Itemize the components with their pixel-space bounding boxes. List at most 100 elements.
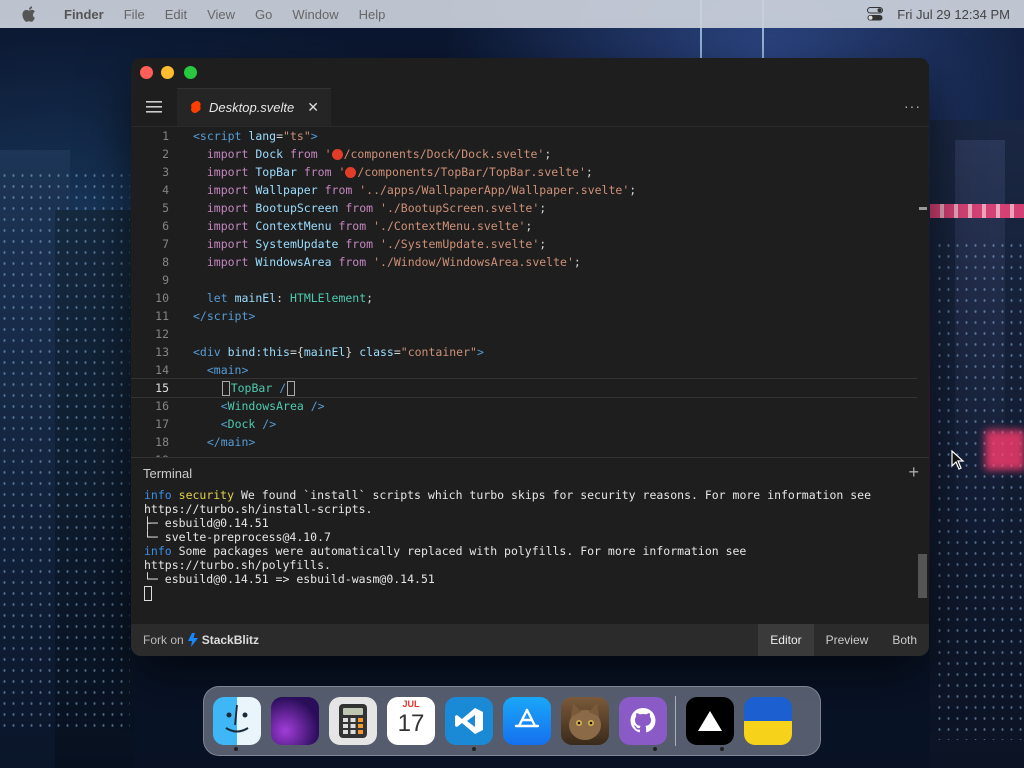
line-number: 6 <box>162 219 169 233</box>
code-line: <script lang="ts"> <box>193 129 318 143</box>
calculator-icon[interactable] <box>329 697 377 745</box>
editor-tab-bar: Desktop.svelte ✕ ··· <box>131 88 929 127</box>
minimize-window-button[interactable] <box>161 66 174 79</box>
running-indicator <box>720 747 724 751</box>
fork-on-stackblitz-link[interactable]: Fork on StackBlitz <box>143 633 259 647</box>
terminal-panel[interactable]: Terminal + info security We found `insta… <box>131 457 929 618</box>
line-number: 1 <box>162 129 169 143</box>
terminal-prompt[interactable] <box>144 586 929 601</box>
code-line: </main> <box>206 435 256 449</box>
terminal-output[interactable]: info security We found `install` scripts… <box>131 488 929 601</box>
code-line: let mainEl: HTMLElement; <box>206 291 374 305</box>
code-line: import Dock from '/components/Dock/Dock.… <box>206 147 552 161</box>
terminal-line: https://turbo.sh/install-scripts. <box>144 502 373 516</box>
window-titlebar[interactable] <box>131 58 929 88</box>
code-line: import SystemUpdate from './SystemUpdate… <box>206 237 547 251</box>
running-indicator <box>653 747 657 751</box>
finder-icon[interactable] <box>213 697 261 745</box>
code-line: import BootupScreen from './BootupScreen… <box>206 201 547 215</box>
app-store-icon[interactable] <box>503 697 551 745</box>
tab-both[interactable]: Both <box>880 624 929 656</box>
cat-photo-icon[interactable] <box>561 697 609 745</box>
line-number-gutter: 1 2 3 4 5 6 7 8 9 10 11 12 13 14 15 16 1… <box>131 127 169 469</box>
line-number: 16 <box>155 399 169 413</box>
finder-face-icon <box>225 704 249 733</box>
terminal-scrollbar[interactable] <box>918 554 927 598</box>
launchpad-icon[interactable] <box>271 697 319 745</box>
menu-app-name[interactable]: Finder <box>64 7 104 22</box>
code-editor[interactable]: 1 2 3 4 5 6 7 8 9 10 11 12 13 14 15 16 1… <box>131 127 929 467</box>
stackblitz-brand: StackBlitz <box>201 633 260 647</box>
editor-scrollbar[interactable] <box>917 127 929 457</box>
line-number: 13 <box>155 345 169 359</box>
running-indicator <box>472 747 476 751</box>
github-icon[interactable] <box>619 697 667 745</box>
code-lines: <script lang="ts"> import Dock from '/co… <box>131 127 929 469</box>
terminal-cursor <box>144 586 152 601</box>
menu-view[interactable]: View <box>207 7 235 22</box>
calendar-day: 17 <box>397 710 425 737</box>
menu-toggle-button[interactable] <box>131 88 177 126</box>
vercel-triangle-icon <box>698 711 722 731</box>
hamburger-icon <box>146 101 162 113</box>
window-footer: Fork on StackBlitz Editor Preview Both <box>131 624 929 656</box>
terminal-line: └─ esbuild@0.14.51 => esbuild-wasm@0.14.… <box>144 572 435 586</box>
line-number: 18 <box>155 435 169 449</box>
apple-icon[interactable] <box>22 6 36 22</box>
line-number: 9 <box>162 273 169 287</box>
maximize-window-button[interactable] <box>184 66 197 79</box>
calendar-icon[interactable]: JUL 17 <box>387 697 435 745</box>
vercel-icon[interactable] <box>686 697 734 745</box>
line-number: 8 <box>162 255 169 269</box>
menu-go[interactable]: Go <box>255 7 272 22</box>
code-line: <WindowsArea /> <box>220 399 325 413</box>
more-actions-icon[interactable]: ··· <box>904 98 921 114</box>
close-window-button[interactable] <box>140 66 153 79</box>
vscode-icon[interactable] <box>445 697 493 745</box>
svelte-file-icon <box>191 101 201 113</box>
app-store-logo-icon <box>514 708 540 728</box>
line-number: 3 <box>162 165 169 179</box>
line-number: 5 <box>162 201 169 215</box>
tab-editor[interactable]: Editor <box>758 624 814 656</box>
ukraine-flag-icon[interactable] <box>744 697 792 745</box>
stackblitz-bolt-icon <box>187 633 198 647</box>
apple-emoji-icon <box>331 149 343 160</box>
line-number: 12 <box>155 327 169 341</box>
line-number: 10 <box>155 291 169 305</box>
code-line: import WindowsArea from './Window/Window… <box>206 255 581 269</box>
editor-scroll-thumb[interactable] <box>919 207 927 210</box>
code-line: </script> <box>193 309 256 323</box>
line-number: 14 <box>155 363 169 377</box>
tab-preview[interactable]: Preview <box>814 624 881 656</box>
terminal-line: info security We found `install` scripts… <box>144 488 929 502</box>
code-line: import TopBar from '/components/TopBar/T… <box>206 165 593 179</box>
octocat-icon <box>630 708 656 733</box>
calculator-keys-icon <box>339 704 367 738</box>
line-number: 4 <box>162 183 169 197</box>
menu-window[interactable]: Window <box>292 7 338 22</box>
menu-bar: Finder File Edit View Go Window Help Fri… <box>0 0 1024 28</box>
menu-help[interactable]: Help <box>359 7 386 22</box>
menu-clock[interactable]: Fri Jul 29 12:34 PM <box>897 7 1010 22</box>
control-center-icon[interactable] <box>867 7 884 21</box>
close-tab-icon[interactable]: ✕ <box>307 99 319 116</box>
terminal-line: ├─ esbuild@0.14.51 <box>144 516 269 530</box>
code-line: import Wallpaper from '../apps/Wallpaper… <box>206 183 637 197</box>
terminal-text: Some packages were automatically replace… <box>171 544 747 558</box>
mouse-pointer-icon <box>951 450 965 470</box>
menu-edit[interactable]: Edit <box>165 7 187 22</box>
code-line: <Dock /> <box>220 417 277 431</box>
code-line: import ContextMenu from './ContextMenu.s… <box>206 219 533 233</box>
calendar-month: JUL <box>387 697 435 709</box>
view-mode-tabs: Editor Preview Both <box>758 624 929 656</box>
menu-file[interactable]: File <box>124 7 145 22</box>
terminal-line: info Some packages were automatically re… <box>144 544 929 558</box>
terminal-text: We found `install` scripts which turbo s… <box>234 488 872 502</box>
add-terminal-icon[interactable]: + <box>908 462 919 483</box>
tab-desktop-svelte[interactable]: Desktop.svelte ✕ <box>177 88 331 126</box>
stackblitz-window: Desktop.svelte ✕ ··· 1 2 3 4 5 6 7 8 9 1… <box>131 58 929 656</box>
running-indicator <box>234 747 238 751</box>
